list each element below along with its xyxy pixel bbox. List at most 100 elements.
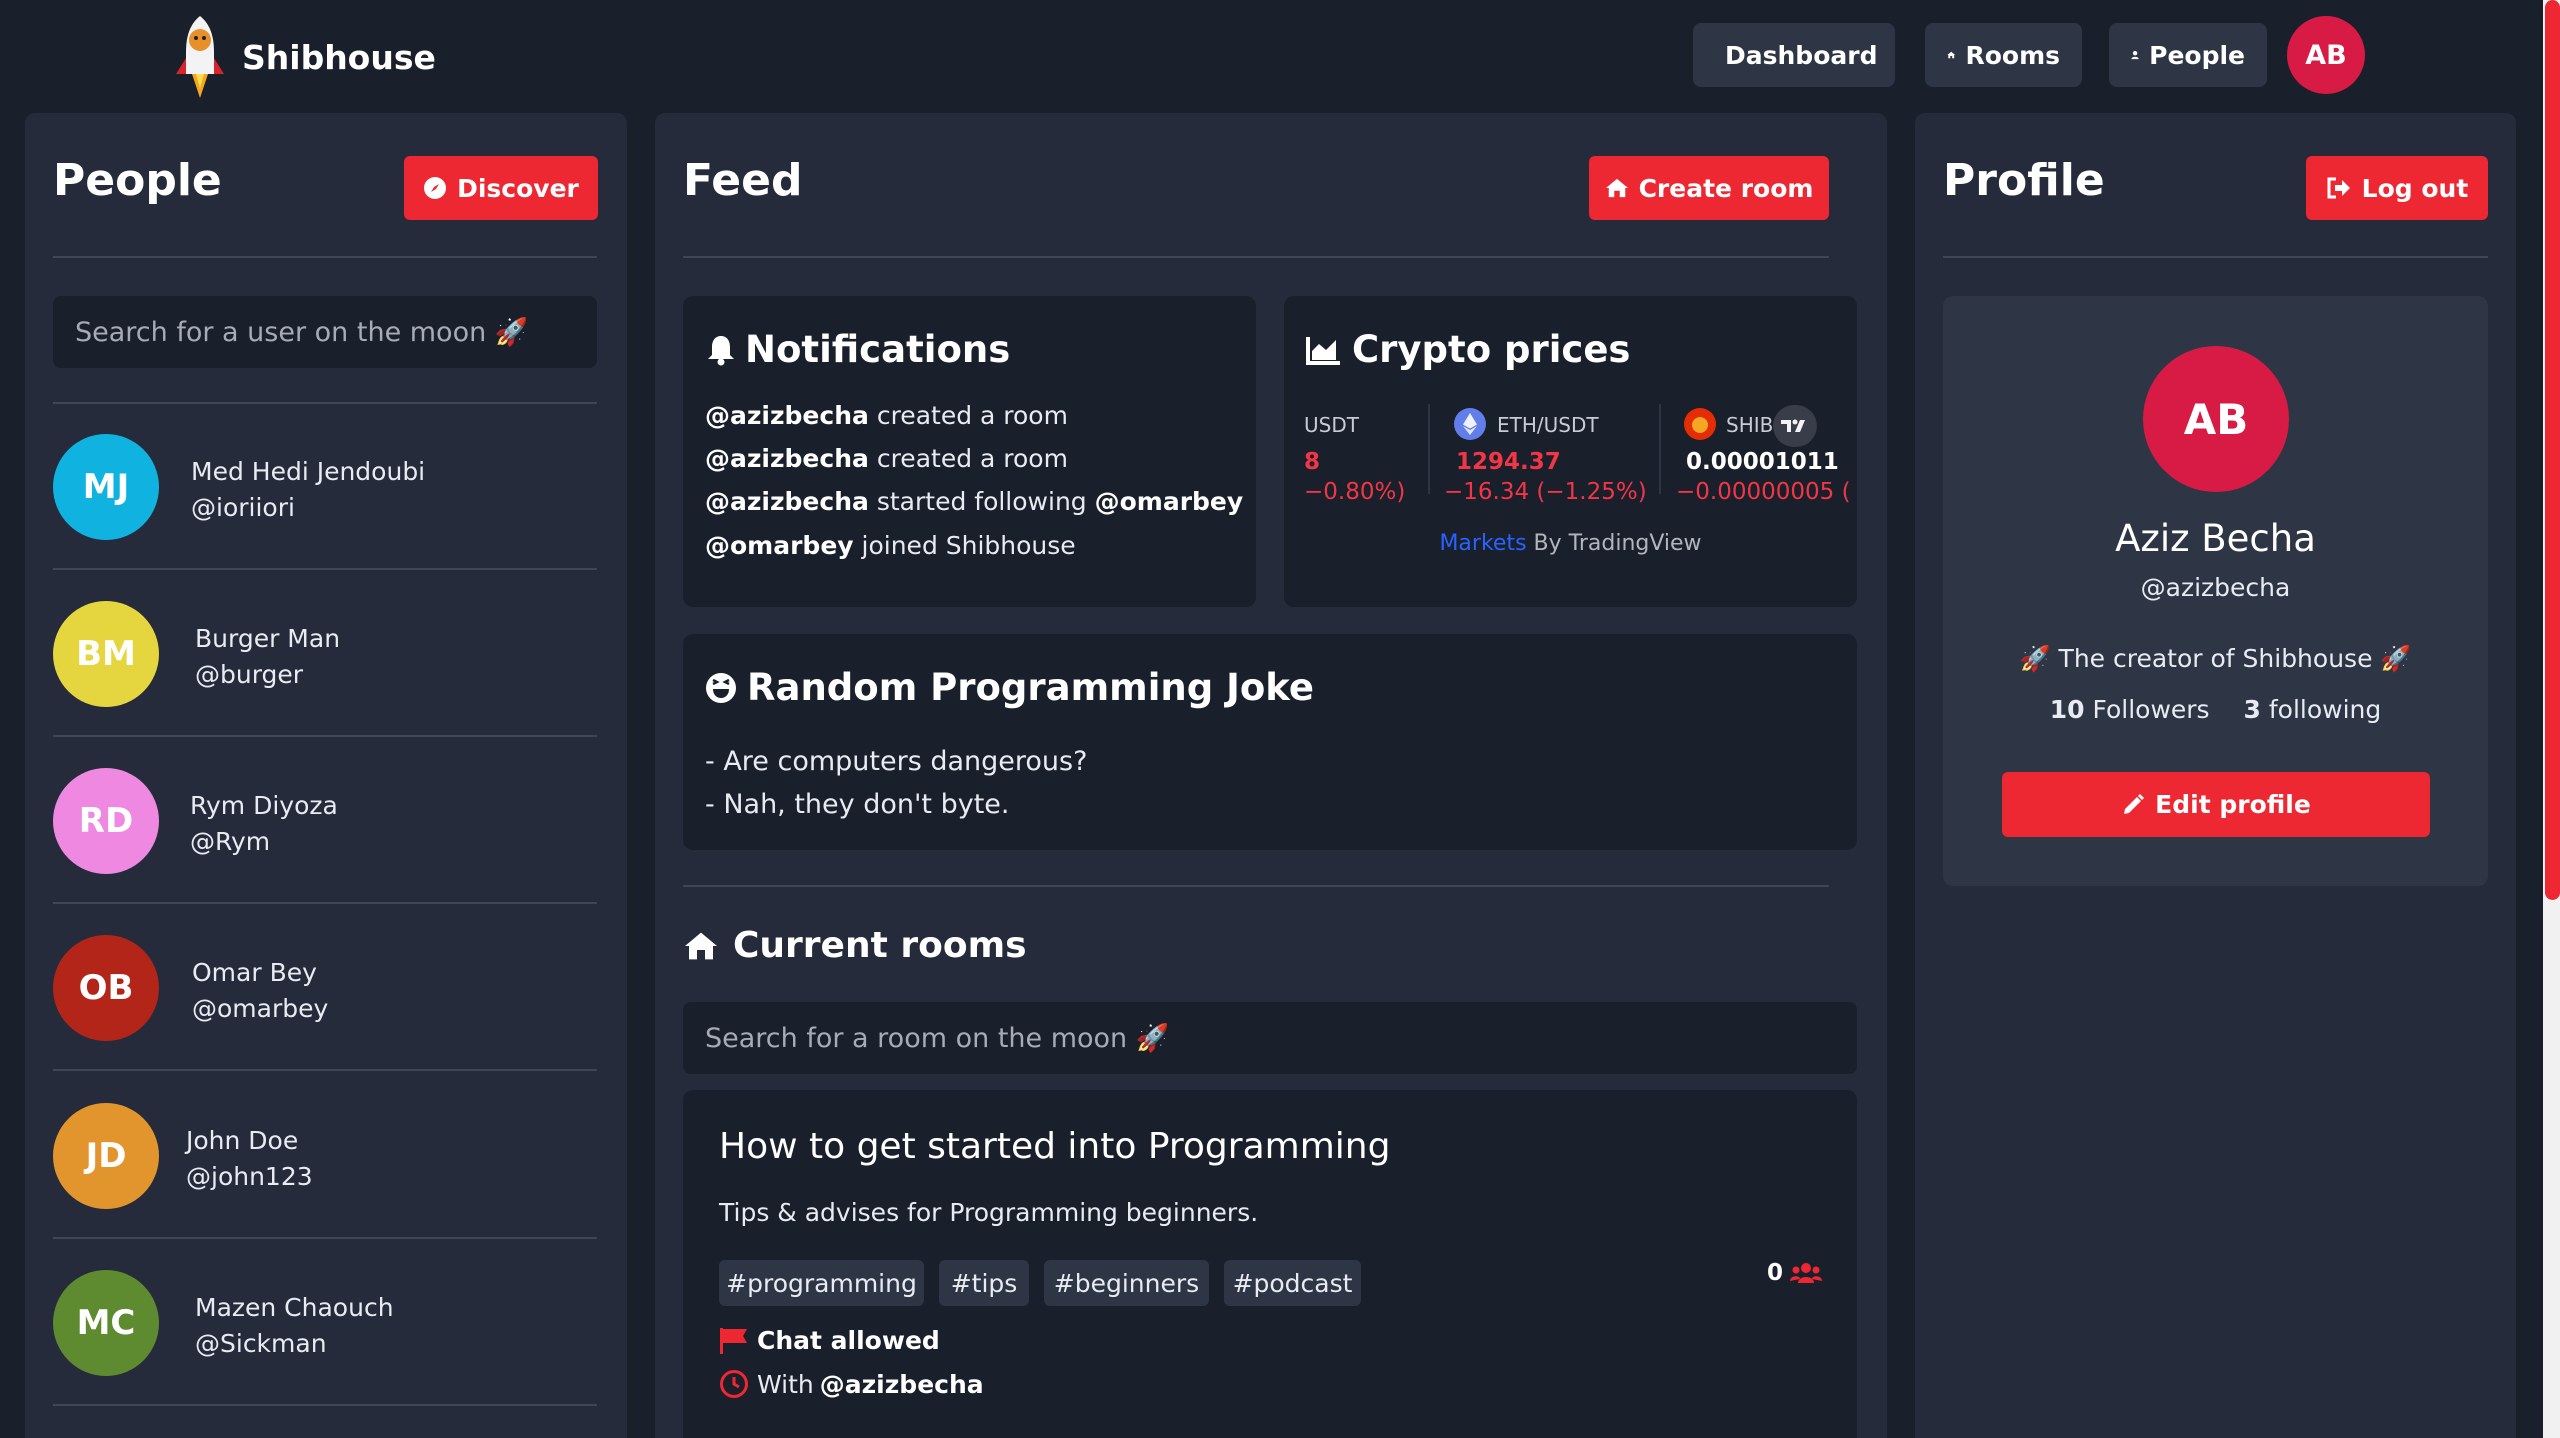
user-name: Med Hedi Jendoubi [191,457,426,486]
list-item[interactable]: OB Omar Bey @omarbey [53,905,597,1071]
avatar: MJ [53,434,159,540]
edit-profile-label: Edit profile [2155,790,2311,819]
nav-dashboard-button[interactable]: Dashboard [1693,23,1895,87]
logout-icon [2327,177,2350,199]
room-description: Tips & advises for Programming beginners… [719,1198,1259,1227]
followers-label[interactable]: Followers [2085,695,2209,724]
notification-user[interactable]: @azizbecha [705,401,869,430]
room-search-input[interactable]: Search for a room on the moon 🚀 [683,1002,1857,1074]
nav-people-label: People [2149,40,2245,70]
room-host-handle[interactable]: @azizbecha [820,1370,984,1399]
room-tag[interactable]: #podcast [1224,1260,1361,1306]
notification-user[interactable]: @omarbey [705,531,854,560]
followers-count: 10 [2049,695,2085,724]
room-tag[interactable]: #beginners [1044,1260,1209,1306]
ticker-change: −16.34 (−1.25%) [1444,479,1647,505]
shiba-coin-icon [1684,408,1716,440]
notification-item: @azizbecha created a room [705,401,1068,430]
following-count: 3 [2243,695,2261,724]
room-tag[interactable]: #tips [939,1260,1029,1306]
profile-avatar: AB [2143,346,2289,492]
user-handle: @john123 [186,1162,313,1191]
user-name: Burger Man [195,624,341,653]
avatar: RD [53,768,159,874]
list-item[interactable]: RD Rym Diyoza @Rym [53,738,597,904]
app-name: Shibhouse [242,37,436,77]
logout-button[interactable]: Log out [2306,156,2488,220]
avatar: OB [53,935,159,1041]
notification-item: @omarbey joined Shibhouse [705,531,1076,560]
clock-icon [720,1370,748,1398]
markets-link[interactable]: Markets [1439,531,1526,556]
current-rooms-title: Current rooms [683,925,1027,966]
room-card[interactable]: How to get started into Programming Tips… [683,1090,1857,1438]
user-icon [2131,50,2139,60]
ticker-separator [1659,404,1661,494]
following-label[interactable]: following [2261,695,2381,724]
list-item[interactable]: MC Mazen Chaouch @Sickman [53,1240,597,1406]
profile-divider [1943,256,2488,258]
list-item[interactable]: MJ Med Hedi Jendoubi @ioriiori [53,404,597,570]
discover-button[interactable]: Discover [404,156,598,220]
app-logo[interactable]: Shibhouse [172,14,436,100]
create-room-button[interactable]: Create room [1589,156,1829,220]
tv-mark-icon [1781,419,1805,432]
avatar: BM [53,601,159,707]
rooms-divider [683,885,1829,887]
profile-handle: @azizbecha [2140,573,2291,602]
user-avatar-menu[interactable]: AB [2287,16,2365,94]
nav-rooms-button[interactable]: Rooms [1925,23,2082,87]
ticker-symbol: ETH/USDT [1497,413,1599,437]
user-name: John Doe [186,1126,299,1155]
home-icon [1605,178,1628,198]
user-handle: @burger [195,660,304,689]
list-item[interactable]: JD John Doe @john123 [53,1073,597,1239]
room-chat-status: Chat allowed [719,1326,940,1355]
joke-card: Random Programming Joke - Are computers … [683,634,1857,850]
users-icon [1790,1263,1823,1283]
people-panel: People Discover Search for a user on the… [25,113,627,1438]
tradingview-text: By TradingView [1526,531,1702,556]
nav-rooms-label: Rooms [1965,40,2060,70]
logout-label: Log out [2361,173,2469,203]
notification-item: @azizbecha started following @omarbey [705,487,1243,516]
people-title: People [53,155,222,206]
notification-user[interactable]: @azizbecha [705,487,869,516]
user-handle: @Rym [190,827,271,856]
ticker-price: 1294.37 [1456,449,1561,475]
user-name: Mazen Chaouch [195,1293,394,1322]
notifications-card: Notifications @azizbecha created a room … [683,296,1256,607]
room-tag[interactable]: #programming [719,1260,924,1306]
joke-title: Random Programming Joke [705,666,1314,709]
ethereum-icon [1454,408,1486,440]
ticker-symbol: SHIB [1726,413,1774,437]
home-icon [1947,51,1956,59]
edit-profile-button[interactable]: Edit profile [2002,772,2430,837]
profile-name: Aziz Becha [2115,517,2316,560]
with-label: With [757,1369,814,1399]
row-divider [53,1237,597,1239]
page-scrollbar-thumb[interactable] [2545,0,2560,900]
list-item[interactable]: BM Burger Man @burger [53,571,597,737]
room-search-placeholder: Search for a room on the moon 🚀 [705,1023,1170,1054]
room-title[interactable]: How to get started into Programming [719,1126,1390,1167]
notifications-title: Notifications [707,328,1010,371]
user-name: Omar Bey [192,958,317,987]
notification-target[interactable]: @omarbey [1095,487,1244,516]
ticker-change: −0.80%) [1304,479,1406,505]
chart-area-icon [1306,336,1340,365]
notification-user[interactable]: @azizbecha [705,444,869,473]
feed-divider [683,256,1829,258]
rocket-shiba-logo-icon [176,16,224,98]
nav-people-button[interactable]: People [2109,23,2267,87]
user-handle: @ioriiori [191,493,295,522]
laughing-face-icon [706,672,736,703]
create-room-label: Create room [1638,173,1814,203]
tradingview-logo-icon[interactable] [1773,405,1817,447]
joke-punchline: - Nah, they don't byte. [705,789,1010,820]
ticker-symbol: USDT [1304,413,1359,437]
user-search-input[interactable]: Search for a user on the moon 🚀 [53,296,597,368]
people-divider [53,256,597,258]
row-divider [53,1404,597,1406]
discover-label: Discover [457,173,579,203]
